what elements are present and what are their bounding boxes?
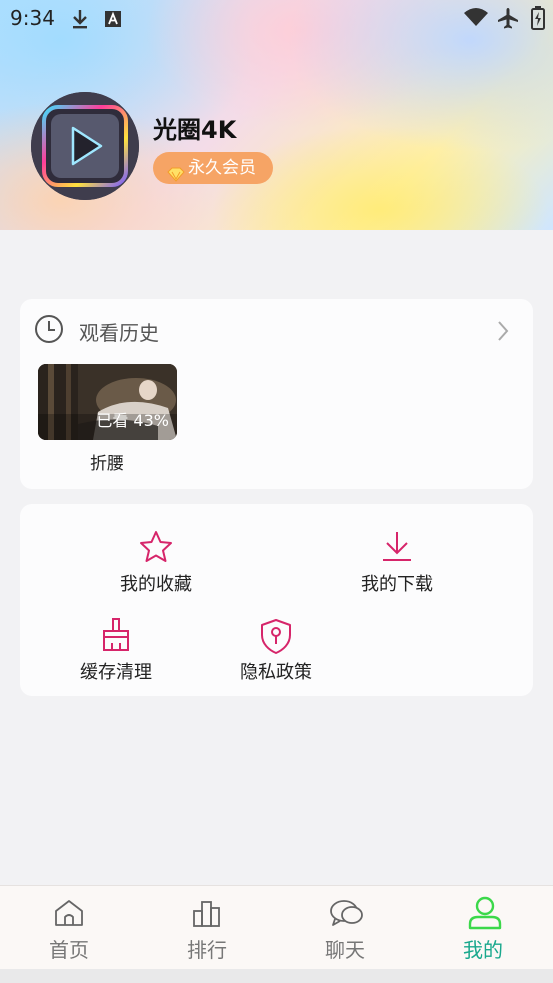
home-icon	[55, 900, 83, 926]
clock-icon	[34, 314, 64, 348]
diamond-icon	[167, 161, 185, 193]
watch-history-card: 观看历史 已看 43% 折腰	[20, 299, 533, 489]
privacy-policy-button[interactable]: 隐私政策	[206, 618, 346, 688]
star-icon	[140, 531, 172, 562]
a-notification-icon	[104, 10, 122, 32]
tab-chat[interactable]: 聊天	[276, 886, 414, 970]
tab-profile-label: 我的	[463, 938, 503, 962]
shield-icon	[261, 619, 291, 654]
tab-profile[interactable]: 我的	[414, 886, 552, 970]
system-nav-strip	[0, 969, 553, 983]
tab-ranking[interactable]: 排行	[138, 886, 276, 970]
clear-cache-button[interactable]: 缓存清理	[46, 618, 186, 688]
privacy-policy-label: 隐私政策	[240, 662, 312, 683]
chat-icon	[330, 900, 363, 926]
app-name: 光圈4K	[153, 116, 237, 144]
downloads-button[interactable]: 我的下载	[327, 530, 467, 600]
download-icon	[383, 532, 411, 561]
watch-progress-text: 已看 43%	[96, 411, 169, 430]
download-icon	[70, 8, 90, 34]
history-item-thumbnail[interactable]: 已看 43%	[38, 364, 177, 440]
app-logo-icon	[31, 92, 139, 200]
history-item-title[interactable]: 折腰	[90, 449, 124, 474]
favorites-button[interactable]: 我的收藏	[86, 530, 226, 600]
tab-home[interactable]: 首页	[0, 886, 138, 970]
bottom-nav: 首页 排行 聊天 我的	[0, 885, 553, 970]
favorites-label: 我的收藏	[120, 574, 192, 595]
ranking-icon	[193, 901, 220, 927]
status-time: 9:34	[10, 6, 55, 30]
battery-charging-icon	[531, 6, 545, 34]
tab-ranking-label: 排行	[187, 938, 227, 962]
wifi-icon	[463, 7, 489, 31]
avatar[interactable]	[31, 92, 139, 200]
menu-card: 我的收藏 我的下载 缓存清理 隐私政策	[20, 504, 533, 696]
tab-chat-label: 聊天	[325, 938, 365, 962]
airplane-icon	[496, 6, 520, 34]
vip-badge: 永久会员	[153, 152, 273, 184]
user-icon	[468, 896, 502, 930]
tab-home-label: 首页	[49, 938, 89, 962]
vip-label: 永久会员	[188, 158, 256, 178]
clear-cache-label: 缓存清理	[80, 662, 152, 683]
chevron-right-icon[interactable]	[496, 320, 510, 346]
history-title: 观看历史	[79, 321, 159, 345]
downloads-label: 我的下载	[361, 574, 433, 595]
broom-icon	[103, 618, 129, 651]
status-bar: 9:34	[0, 0, 553, 36]
